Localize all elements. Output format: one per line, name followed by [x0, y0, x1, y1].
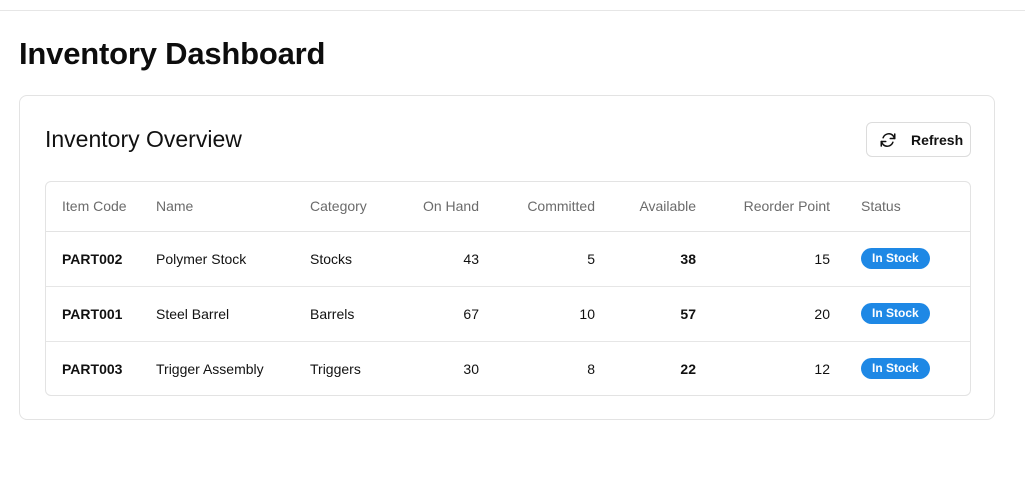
cell-name: Trigger Assembly — [156, 360, 264, 377]
header-category: Category — [310, 182, 395, 232]
refresh-button[interactable]: Refresh — [866, 122, 971, 157]
header-committed: Committed — [479, 182, 595, 232]
inventory-table: Item Code Name Category On Hand Committe… — [45, 181, 971, 396]
cell-on-hand: 30 — [463, 360, 479, 377]
refresh-label: Refresh — [911, 131, 964, 148]
card-title: Inventory Overview — [45, 126, 242, 152]
table-header-row: Item Code Name Category On Hand Committe… — [46, 182, 970, 232]
cell-status: In Stock — [830, 341, 970, 395]
cell-status: In Stock — [830, 231, 970, 287]
cell-reorder-point: 20 — [696, 286, 830, 342]
table-row: PART001 Steel Barrel Barrels 67 10 57 20… — [46, 286, 970, 342]
header-name: Name — [156, 182, 310, 232]
cell-reorder-point: 15 — [696, 231, 830, 287]
cell-category: Barrels — [310, 286, 395, 342]
refresh-icon — [879, 131, 897, 149]
inventory-overview-card: Inventory Overview Refresh Item Code Nam… — [19, 95, 995, 420]
header-reorder-point: Reorder Point — [696, 182, 830, 232]
cell-category: Triggers — [310, 360, 361, 377]
header-item-code: Item Code — [46, 182, 156, 232]
cell-available: 38 — [595, 231, 696, 287]
cell-available: 22 — [680, 360, 696, 377]
status-badge: In Stock — [861, 358, 930, 380]
cell-name: Steel Barrel — [156, 286, 310, 342]
cell-item-code: PART003 — [62, 360, 123, 377]
table-row: PART002 Polymer Stock Stocks 43 5 38 15 … — [46, 231, 970, 287]
cell-committed: 8 — [587, 360, 595, 377]
cell-committed: 5 — [479, 231, 595, 287]
cell-category: Stocks — [310, 231, 395, 287]
cell-item-code: PART001 — [46, 286, 156, 342]
top-bar — [0, 0, 1025, 11]
cell-reorder-point: 12 — [814, 360, 830, 377]
cell-item-code: PART002 — [46, 231, 156, 287]
cell-on-hand: 67 — [395, 286, 479, 342]
header-status: Status — [830, 182, 970, 232]
header-on-hand: On Hand — [395, 182, 479, 232]
table-row: PART003 Trigger Assembly Triggers 30 8 2… — [46, 341, 970, 395]
status-badge: In Stock — [861, 303, 930, 324]
cell-name: Polymer Stock — [156, 231, 310, 287]
cell-available: 57 — [595, 286, 696, 342]
status-badge: In Stock — [861, 248, 930, 269]
header-available: Available — [595, 182, 696, 232]
cell-status: In Stock — [830, 286, 970, 342]
page-title: Inventory Dashboard — [19, 36, 326, 71]
cell-on-hand: 43 — [395, 231, 479, 287]
cell-committed: 10 — [479, 286, 595, 342]
